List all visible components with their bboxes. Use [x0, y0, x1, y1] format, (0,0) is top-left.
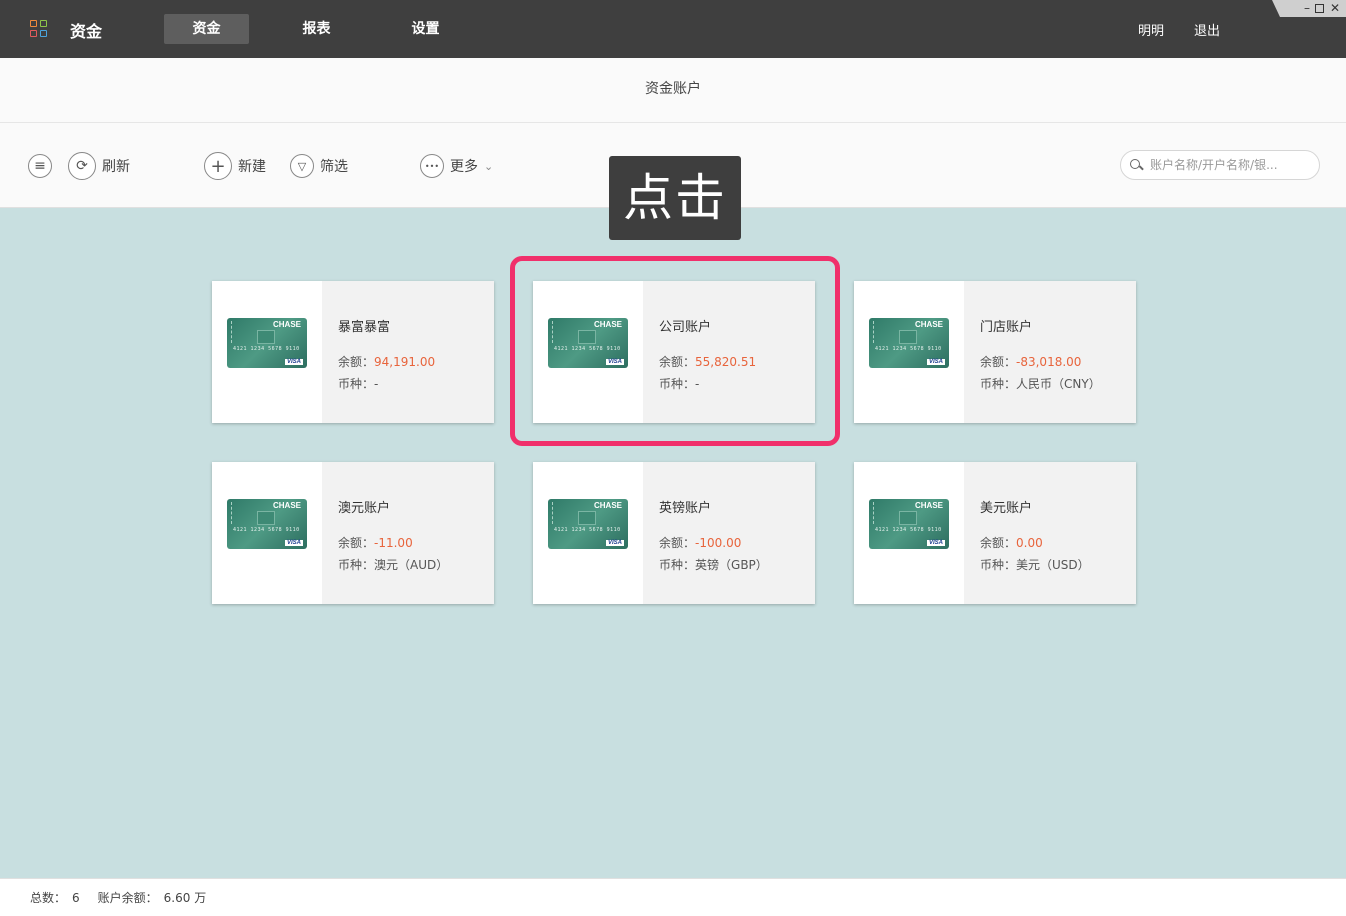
currency-label: 币种： — [338, 377, 375, 391]
balance-label: 余额： — [659, 536, 696, 550]
account-currency: 人民币（CNY） — [1016, 377, 1101, 391]
balance-label: 余额： — [659, 355, 696, 369]
total-balance-value: 6.60 万 — [163, 891, 207, 905]
card-brand: CHASE — [593, 320, 622, 329]
currency-label: 币种： — [338, 558, 375, 572]
account-name: 英镑账户 — [659, 501, 712, 516]
app-title: 资金 — [70, 22, 103, 41]
search-icon — [1130, 159, 1142, 171]
more-button[interactable]: ••• 更多 ⌄ — [420, 151, 493, 181]
currency-label: 币种： — [980, 558, 1017, 572]
tab-reports[interactable]: 报表 — [274, 14, 359, 44]
currency-label: 币种： — [980, 377, 1017, 391]
refresh-label: 刷新 — [102, 159, 130, 175]
card-number: 4121 1234 5678 9110 — [554, 346, 621, 352]
card-network: VISA — [926, 359, 945, 365]
logout-button[interactable]: 退出 — [1194, 20, 1220, 39]
card-number: 4121 1234 5678 9110 — [875, 346, 942, 352]
refresh-icon: ⟳ — [68, 152, 96, 180]
page-title: 资金账户 — [0, 58, 1346, 123]
credit-card-icon: CHASE 4121 1234 5678 9110 VISA — [869, 499, 949, 549]
credit-card-icon: CHASE 4121 1234 5678 9110 VISA — [869, 318, 949, 368]
account-name: 暴富暴富 — [338, 320, 391, 335]
card-brand: CHASE — [593, 501, 622, 510]
credit-card-icon: CHASE 4121 1234 5678 9110 VISA — [548, 499, 628, 549]
account-currency: 澳元（AUD） — [374, 558, 449, 572]
account-name: 公司账户 — [659, 320, 712, 335]
click-tooltip: 点击 — [609, 156, 741, 240]
balance-label: 余额： — [980, 355, 1017, 369]
new-button[interactable]: + 新建 — [204, 151, 266, 181]
account-card[interactable]: CHASE 4121 1234 5678 9110 VISA 暴富暴富 余额：9… — [212, 281, 494, 423]
card-brand: CHASE — [272, 501, 301, 510]
account-currency: 美元（USD） — [1016, 558, 1090, 572]
card-number: 4121 1234 5678 9110 — [554, 527, 621, 533]
search-box[interactable] — [1120, 150, 1320, 180]
account-card[interactable]: CHASE 4121 1234 5678 9110 VISA 美元账户 余额：0… — [854, 462, 1136, 604]
close-icon[interactable]: ✕ — [1330, 0, 1340, 17]
currency-label: 币种： — [659, 377, 696, 391]
balance-label: 余额： — [980, 536, 1017, 550]
minimize-icon[interactable]: – — [1304, 0, 1310, 17]
maximize-icon[interactable] — [1315, 4, 1324, 13]
filter-button[interactable]: ▽ 筛选 — [290, 151, 348, 181]
new-label: 新建 — [238, 159, 266, 175]
account-balance: -83,018.00 — [1016, 355, 1082, 369]
account-balance: 55,820.51 — [695, 355, 757, 369]
total-balance-label: 账户余额： — [97, 891, 158, 905]
account-balance: 0.00 — [1016, 536, 1043, 550]
account-balance: -100.00 — [695, 536, 742, 550]
balance-label: 余额： — [338, 355, 375, 369]
filter-label: 筛选 — [320, 159, 348, 175]
card-network: VISA — [605, 540, 624, 546]
credit-card-icon: CHASE 4121 1234 5678 9110 VISA — [227, 499, 307, 549]
account-currency: - — [374, 377, 379, 391]
account-name: 澳元账户 — [338, 501, 391, 516]
card-brand: CHASE — [914, 320, 943, 329]
card-network: VISA — [605, 359, 624, 365]
account-name: 美元账户 — [980, 501, 1033, 516]
menu-button[interactable]: ≡ — [28, 151, 52, 181]
total-count-value: 6 — [72, 890, 80, 905]
card-brand: CHASE — [914, 501, 943, 510]
tab-settings[interactable]: 设置 — [383, 14, 468, 44]
filter-icon: ▽ — [290, 154, 314, 178]
card-number: 4121 1234 5678 9110 — [233, 346, 300, 352]
menu-icon: ≡ — [28, 154, 52, 178]
tab-funds[interactable]: 资金 — [164, 14, 249, 44]
user-name[interactable]: 明明 — [1138, 20, 1164, 39]
account-card[interactable]: CHASE 4121 1234 5678 9110 VISA 公司账户 余额：5… — [533, 281, 815, 423]
window-controls: – ✕ — [1272, 0, 1346, 17]
account-balance: 94,191.00 — [374, 355, 436, 369]
card-brand: CHASE — [272, 320, 301, 329]
card-number: 4121 1234 5678 9110 — [233, 527, 300, 533]
card-network: VISA — [284, 359, 303, 365]
grid-logo-icon — [30, 20, 48, 38]
account-card[interactable]: CHASE 4121 1234 5678 9110 VISA 英镑账户 余额：-… — [533, 462, 815, 604]
card-network: VISA — [284, 540, 303, 546]
chevron-down-icon: ⌄ — [484, 159, 494, 173]
account-balance: -11.00 — [374, 536, 413, 550]
search-input[interactable] — [1150, 158, 1310, 172]
balance-label: 余额： — [338, 536, 375, 550]
card-network: VISA — [926, 540, 945, 546]
more-label: 更多 — [450, 159, 478, 175]
status-footer: 总数： 6 账户余额： 6.60 万 — [0, 878, 1346, 916]
credit-card-icon: CHASE 4121 1234 5678 9110 VISA — [227, 318, 307, 368]
top-navigation-bar: 资金 资金 报表 设置 明明 退出 – ✕ — [0, 0, 1346, 58]
refresh-button[interactable]: ⟳ 刷新 — [68, 151, 130, 181]
account-currency: - — [695, 377, 700, 391]
account-name: 门店账户 — [980, 320, 1033, 335]
account-card[interactable]: CHASE 4121 1234 5678 9110 VISA 门店账户 余额：-… — [854, 281, 1136, 423]
credit-card-icon: CHASE 4121 1234 5678 9110 VISA — [548, 318, 628, 368]
more-icon: ••• — [420, 154, 444, 178]
card-number: 4121 1234 5678 9110 — [875, 527, 942, 533]
account-currency: 英镑（GBP） — [695, 558, 768, 572]
account-card[interactable]: CHASE 4121 1234 5678 9110 VISA 澳元账户 余额：-… — [212, 462, 494, 604]
total-count-label: 总数： — [30, 891, 67, 905]
plus-icon: + — [204, 152, 232, 180]
currency-label: 币种： — [659, 558, 696, 572]
